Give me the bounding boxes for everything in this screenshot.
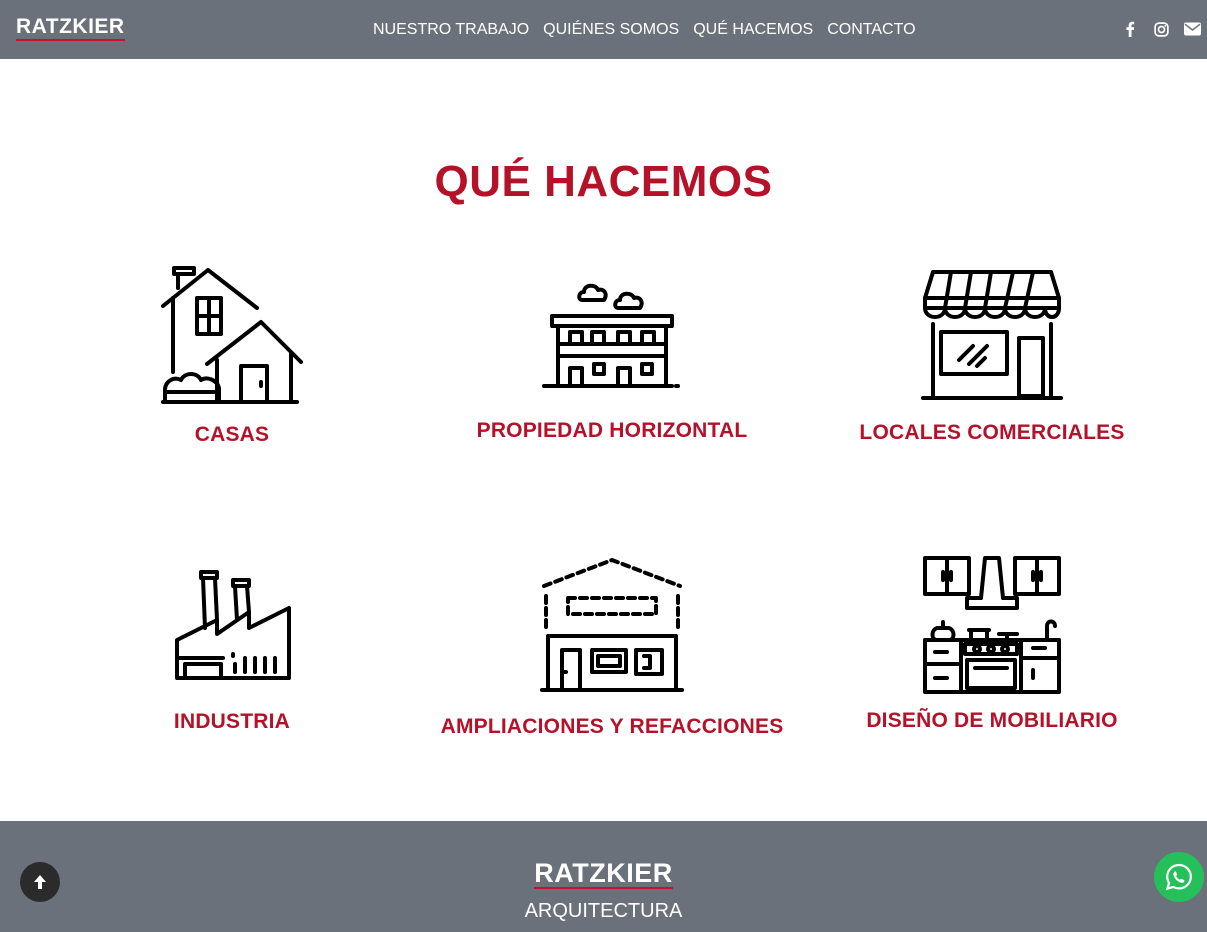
instagram-icon[interactable] (1152, 20, 1170, 38)
service-card-casas[interactable]: CASAS (42, 264, 422, 448)
service-card-ampliaciones[interactable]: AMPLIACIONES Y REFACCIONES (422, 556, 802, 740)
nav-nuestro-trabajo[interactable]: NUESTRO TRABAJO (366, 19, 536, 41)
header-logo-text: RATZKIER (16, 15, 125, 38)
service-label-industria: INDUSTRIA (173, 710, 291, 733)
envelope-icon[interactable] (1183, 20, 1201, 38)
kitchen-furniture-icon (923, 556, 1061, 694)
service-label-mobiliario: DISEÑO DE MOBILIARIO (866, 709, 1118, 732)
service-card-mobiliario[interactable]: DISEÑO DE MOBILIARIO (802, 554, 1182, 734)
whatsapp-icon (1165, 863, 1192, 891)
factory-icon (175, 570, 291, 680)
scroll-to-top-button[interactable] (20, 862, 60, 902)
service-label-ampliaciones: AMPLIACIONES Y REFACCIONES (440, 715, 784, 738)
social-links (1121, 20, 1201, 38)
nav-que-hacemos[interactable]: QUÉ HACEMOS (686, 19, 820, 41)
footer-logo-text: RATZKIER (534, 858, 673, 889)
extension-building-icon (540, 558, 684, 692)
service-label-locales-comerciales: LOCALES COMERCIALES (859, 421, 1125, 444)
header-logo-underline (16, 39, 125, 41)
service-card-propiedad-horizontal[interactable]: PROPIEDAD HORIZONTAL (422, 280, 802, 444)
service-card-locales-comerciales[interactable]: LOCALES COMERCIALES (802, 268, 1182, 446)
arrow-up-icon (34, 875, 46, 889)
apartment-building-icon (542, 283, 680, 388)
footer-logo[interactable]: RATZKIER (0, 859, 1207, 889)
storefront-icon (921, 270, 1063, 400)
whatsapp-button[interactable] (1154, 852, 1204, 902)
main-nav: NUESTRO TRABAJO QUIÉNES SOMOS QUÉ HACEMO… (366, 19, 923, 41)
house-icon (161, 266, 303, 404)
service-card-industria[interactable]: INDUSTRIA (42, 568, 422, 735)
nav-quienes-somos[interactable]: QUIÉNES SOMOS (536, 19, 686, 41)
nav-contacto[interactable]: CONTACTO (820, 19, 922, 41)
top-navbar: RATZKIER NUESTRO TRABAJO QUIÉNES SOMOS Q… (0, 0, 1207, 59)
facebook-icon[interactable] (1121, 20, 1139, 38)
footer: RATZKIER ARQUITECTURA (0, 821, 1207, 932)
service-label-casas: CASAS (194, 423, 270, 446)
section-title: QUÉ HACEMOS (434, 157, 773, 206)
header-logo[interactable]: RATZKIER (16, 16, 125, 41)
service-label-propiedad-horizontal: PROPIEDAD HORIZONTAL (476, 419, 748, 442)
footer-subtitle: ARQUITECTURA (524, 900, 683, 922)
